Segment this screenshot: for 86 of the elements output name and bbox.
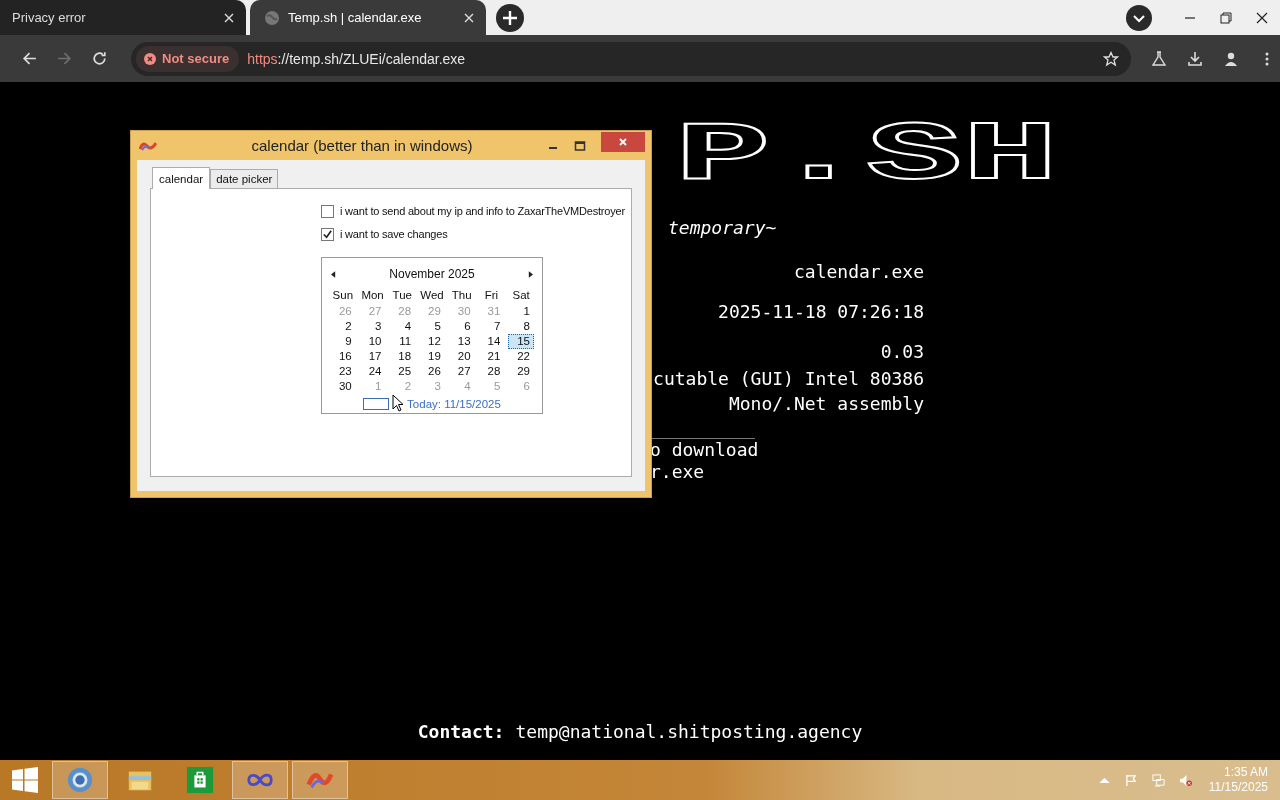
- taskbar-app[interactable]: [232, 761, 288, 799]
- day-cell[interactable]: 13: [446, 334, 477, 349]
- day-cell[interactable]: 5: [417, 319, 447, 334]
- back-button[interactable]: [21, 50, 38, 67]
- download-icon[interactable]: [1187, 50, 1203, 67]
- day-cell[interactable]: 6: [446, 319, 477, 334]
- day-cell[interactable]: 10: [357, 334, 388, 349]
- restore-icon[interactable]: [1220, 11, 1232, 24]
- mouse-cursor-icon: [392, 394, 404, 412]
- address-bar[interactable]: Not secure https://temp.sh/ZLUEi/calendar.exe: [131, 41, 1131, 76]
- day-cell[interactable]: 20: [446, 349, 477, 364]
- day-cell[interactable]: 14: [476, 334, 507, 349]
- weekday-label: Tue: [391, 288, 413, 303]
- browser-tab[interactable]: Temp.sh | calendar.exe: [250, 0, 486, 35]
- file-info-text: 0.03: [879, 341, 924, 363]
- download-text: r.exe: [650, 461, 706, 483]
- day-cell[interactable]: 22: [506, 349, 536, 364]
- day-cell[interactable]: 1: [506, 304, 536, 319]
- day-cell[interactable]: 4: [387, 319, 418, 334]
- weekday-label: Fri: [483, 288, 500, 303]
- day-cell[interactable]: 16: [328, 349, 358, 364]
- day-cell[interactable]: 7: [476, 319, 507, 334]
- day-cell[interactable]: 30: [328, 379, 358, 394]
- flask-icon[interactable]: [1151, 50, 1167, 67]
- previous-month-arrow[interactable]: [331, 270, 336, 278]
- url-text: https://temp.sh/ZLUEi/calendar.exe: [247, 50, 466, 67]
- today-link[interactable]: Today: 11/15/2025: [407, 398, 501, 410]
- month-title[interactable]: November 2025: [389, 267, 475, 281]
- weekday-label: Thu: [450, 288, 473, 303]
- day-cell[interactable]: 23: [328, 364, 358, 379]
- day-cell[interactable]: 28: [476, 364, 507, 379]
- security-chip[interactable]: Not secure: [136, 45, 240, 72]
- contact-email[interactable]: temp@national.shitposting.agency: [515, 721, 863, 742]
- taskbar-app[interactable]: [52, 761, 108, 799]
- checkbox[interactable]: [321, 204, 334, 218]
- profile-icon[interactable]: [1223, 50, 1239, 67]
- day-cell[interactable]: 24: [357, 364, 388, 379]
- day-cell[interactable]: 3: [357, 319, 388, 334]
- tab-list-button[interactable]: [1126, 4, 1152, 31]
- store-bag-icon[interactable]: [186, 766, 214, 794]
- file-info-text: cutable (GUI) Intel 80386: [652, 368, 924, 390]
- focus-rectangle: [363, 398, 390, 410]
- day-cell[interactable]: 18: [387, 349, 418, 364]
- day-cell[interactable]: 15: [508, 334, 534, 349]
- next-month-arrow[interactable]: [528, 270, 533, 278]
- day-cell[interactable]: 27: [446, 364, 477, 379]
- day-cell[interactable]: 2: [328, 319, 358, 334]
- taskbar-app[interactable]: [292, 761, 348, 799]
- new-tab-button[interactable]: [496, 3, 524, 32]
- start-button[interactable]: [12, 767, 38, 793]
- checkbox-label[interactable]: i want to send about my ip and info to ZaxarTheVMDestroyer: [340, 205, 625, 217]
- tab[interactable]: date picker: [210, 169, 279, 188]
- reload-button[interactable]: [91, 50, 108, 67]
- tagline: temporary~: [668, 217, 778, 239]
- day-cell[interactable]: 9: [328, 334, 358, 349]
- day-cell[interactable]: 11: [387, 334, 418, 349]
- day-cell[interactable]: 17: [357, 349, 388, 364]
- window-title: calendar (better than in windows): [250, 137, 474, 154]
- error-icon: [144, 52, 156, 65]
- weekday-label: Wed: [419, 288, 445, 303]
- weekday-label: Mon: [360, 288, 385, 303]
- tab[interactable]: calendar: [152, 167, 211, 189]
- app-icon: [139, 139, 157, 152]
- maximize-icon[interactable]: [574, 139, 586, 152]
- file-info-text: calendar.exe: [792, 261, 924, 283]
- day-cell[interactable]: 29: [506, 364, 536, 379]
- day-cell[interactable]: 19: [417, 349, 447, 364]
- day-cell[interactable]: 8: [506, 319, 536, 334]
- globe-icon: [264, 9, 280, 26]
- day-cell[interactable]: 21: [476, 349, 507, 364]
- star-icon[interactable]: [1103, 50, 1119, 67]
- file-info-text: Mono/.Net assembly: [727, 393, 924, 415]
- weekday-label: Sun: [331, 288, 355, 303]
- browser-tab[interactable]: Privacy error: [0, 0, 246, 35]
- muted-speaker-icon[interactable]: [1178, 773, 1192, 787]
- browser-icon[interactable]: [66, 766, 94, 794]
- close-button[interactable]: [601, 131, 645, 152]
- checkbox-label[interactable]: i want to save changes: [340, 228, 448, 240]
- day-cell[interactable]: 12: [417, 334, 447, 349]
- contact-label: Contact:: [417, 721, 505, 742]
- day-cell[interactable]: 25: [387, 364, 418, 379]
- file-info-text: 2025-11-18 07:26:18: [717, 301, 924, 323]
- weekday-label: Sat: [511, 288, 531, 303]
- checkbox[interactable]: [321, 227, 334, 241]
- day-cell[interactable]: 26: [417, 364, 447, 379]
- close-icon[interactable]: [1256, 11, 1268, 24]
